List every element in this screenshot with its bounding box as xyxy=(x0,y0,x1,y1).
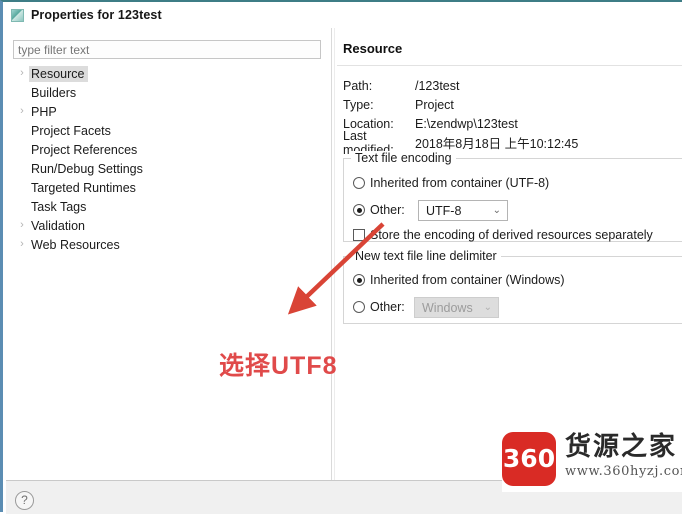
watermark-text-block: 货源之家 www.360hyzj.com xyxy=(565,430,682,479)
help-icon[interactable]: ? xyxy=(15,491,34,510)
chevron-down-icon: ⌄ xyxy=(483,302,492,313)
line-delimiter-group: New text file line delimiter Inherited f… xyxy=(343,249,682,324)
dialog-titlebar: Properties for 123test xyxy=(3,2,682,28)
store-encoding-label: Store the encoding of derived resources … xyxy=(370,228,653,242)
sidebar-item-label: Run/Debug Settings xyxy=(31,161,143,176)
delimiter-select-value: Windows xyxy=(422,300,473,315)
property-row-path: Path: /123test xyxy=(343,76,682,95)
encoding-select[interactable]: UTF-8 ⌄ xyxy=(418,200,508,221)
store-encoding-checkbox-row[interactable]: Store the encoding of derived resources … xyxy=(353,228,653,242)
sidebar-item-label: Task Tags xyxy=(31,199,87,214)
watermark-name: 货源之家 xyxy=(565,432,678,462)
sidebar-item-label: Resource xyxy=(29,65,88,82)
page-title: Resource xyxy=(343,41,403,56)
group-title: New text file line delimiter xyxy=(351,249,501,263)
property-value: E:\zendwp\123test xyxy=(415,116,518,131)
encoding-other-label: Other: xyxy=(370,203,405,217)
sidebar-item-project-references[interactable]: Project References xyxy=(11,140,321,159)
encoding-other-radio-row[interactable]: Other: xyxy=(353,203,405,217)
radio-icon[interactable] xyxy=(353,301,365,313)
title-separator xyxy=(337,65,682,66)
resource-panel: Resource Path: /123test Type: Project Lo… xyxy=(337,28,682,480)
sidebar-item-label: Targeted Runtimes xyxy=(31,180,136,195)
encoding-inherited-label: Inherited from container (UTF-8) xyxy=(370,176,550,190)
delimiter-select: Windows ⌄ xyxy=(414,297,499,318)
annotation-text: 选择UTF8 xyxy=(219,352,338,380)
sidebar-item-label: Web Resources xyxy=(31,237,120,252)
property-value: /123test xyxy=(415,78,460,93)
resource-properties: Path: /123test Type: Project Location: E… xyxy=(343,76,682,157)
chevron-right-icon[interactable]: › xyxy=(15,68,29,79)
property-value: Project xyxy=(415,97,454,112)
split-divider[interactable] xyxy=(331,28,332,480)
sidebar-item-task-tags[interactable]: Task Tags xyxy=(11,197,321,216)
delimiter-inherited-label: Inherited from container (Windows) xyxy=(370,273,565,287)
sidebar-item-label: Project References xyxy=(31,142,138,157)
property-value: 2018年8月18日 上午10:12:45 xyxy=(415,137,579,151)
sidebar-item-project-facets[interactable]: Project Facets xyxy=(11,121,321,140)
text-file-encoding-group: Text file encoding Inherited from contai… xyxy=(343,151,682,242)
checkbox-icon[interactable] xyxy=(353,229,365,241)
radio-icon[interactable] xyxy=(353,177,365,189)
sidebar-item-targeted-runtimes[interactable]: Targeted Runtimes xyxy=(11,178,321,197)
delimiter-other-label: Other: xyxy=(370,300,405,314)
delimiter-other-radio-row[interactable]: Other: xyxy=(353,300,405,314)
sidebar-item-validation[interactable]: › Validation xyxy=(11,216,321,235)
chevron-right-icon[interactable]: › xyxy=(15,220,29,231)
watermark-badge: 360 xyxy=(502,432,556,486)
group-title: Text file encoding xyxy=(351,151,456,165)
properties-dialog: Properties for 123test › Resource Builde… xyxy=(0,0,682,514)
split-divider-shadow xyxy=(334,28,335,480)
sidebar-item-label: Builders xyxy=(31,85,77,100)
settings-tree: › Resource Builders › PHP Project Facets… xyxy=(11,64,321,254)
watermark: 360 货源之家 www.360hyzj.com xyxy=(502,430,682,492)
radio-icon[interactable] xyxy=(353,204,365,216)
encoding-select-value: UTF-8 xyxy=(426,203,462,218)
property-row-type: Type: Project xyxy=(343,95,682,114)
sidebar-item-label: Project Facets xyxy=(31,123,111,138)
encoding-inherited-radio-row[interactable]: Inherited from container (UTF-8) xyxy=(353,176,549,190)
property-row-last-modified: Last modified: 2018年8月18日 上午10:12:45 xyxy=(343,129,682,157)
sidebar-item-run-debug-settings[interactable]: Run/Debug Settings xyxy=(11,159,321,178)
sidebar-item-resource[interactable]: › Resource xyxy=(11,64,321,83)
chevron-right-icon[interactable]: › xyxy=(15,106,29,117)
dialog-title: Properties for 123test xyxy=(31,8,162,22)
watermark-url: www.360hyzj.com xyxy=(565,464,682,479)
app-icon xyxy=(11,8,24,22)
sidebar-item-builders[interactable]: Builders xyxy=(11,83,321,102)
property-key: Path: xyxy=(343,78,373,93)
sidebar-item-web-resources[interactable]: › Web Resources xyxy=(11,235,321,254)
filter-input[interactable] xyxy=(13,40,321,59)
chevron-right-icon[interactable]: › xyxy=(15,239,29,250)
sidebar-item-label: Validation xyxy=(31,218,85,233)
chevron-down-icon: ⌄ xyxy=(492,205,501,216)
sidebar-item-label: PHP xyxy=(31,104,57,119)
radio-icon[interactable] xyxy=(353,274,365,286)
delimiter-inherited-radio-row[interactable]: Inherited from container (Windows) xyxy=(353,273,565,287)
sidebar-item-php[interactable]: › PHP xyxy=(11,102,321,121)
property-key: Type: xyxy=(343,97,374,112)
